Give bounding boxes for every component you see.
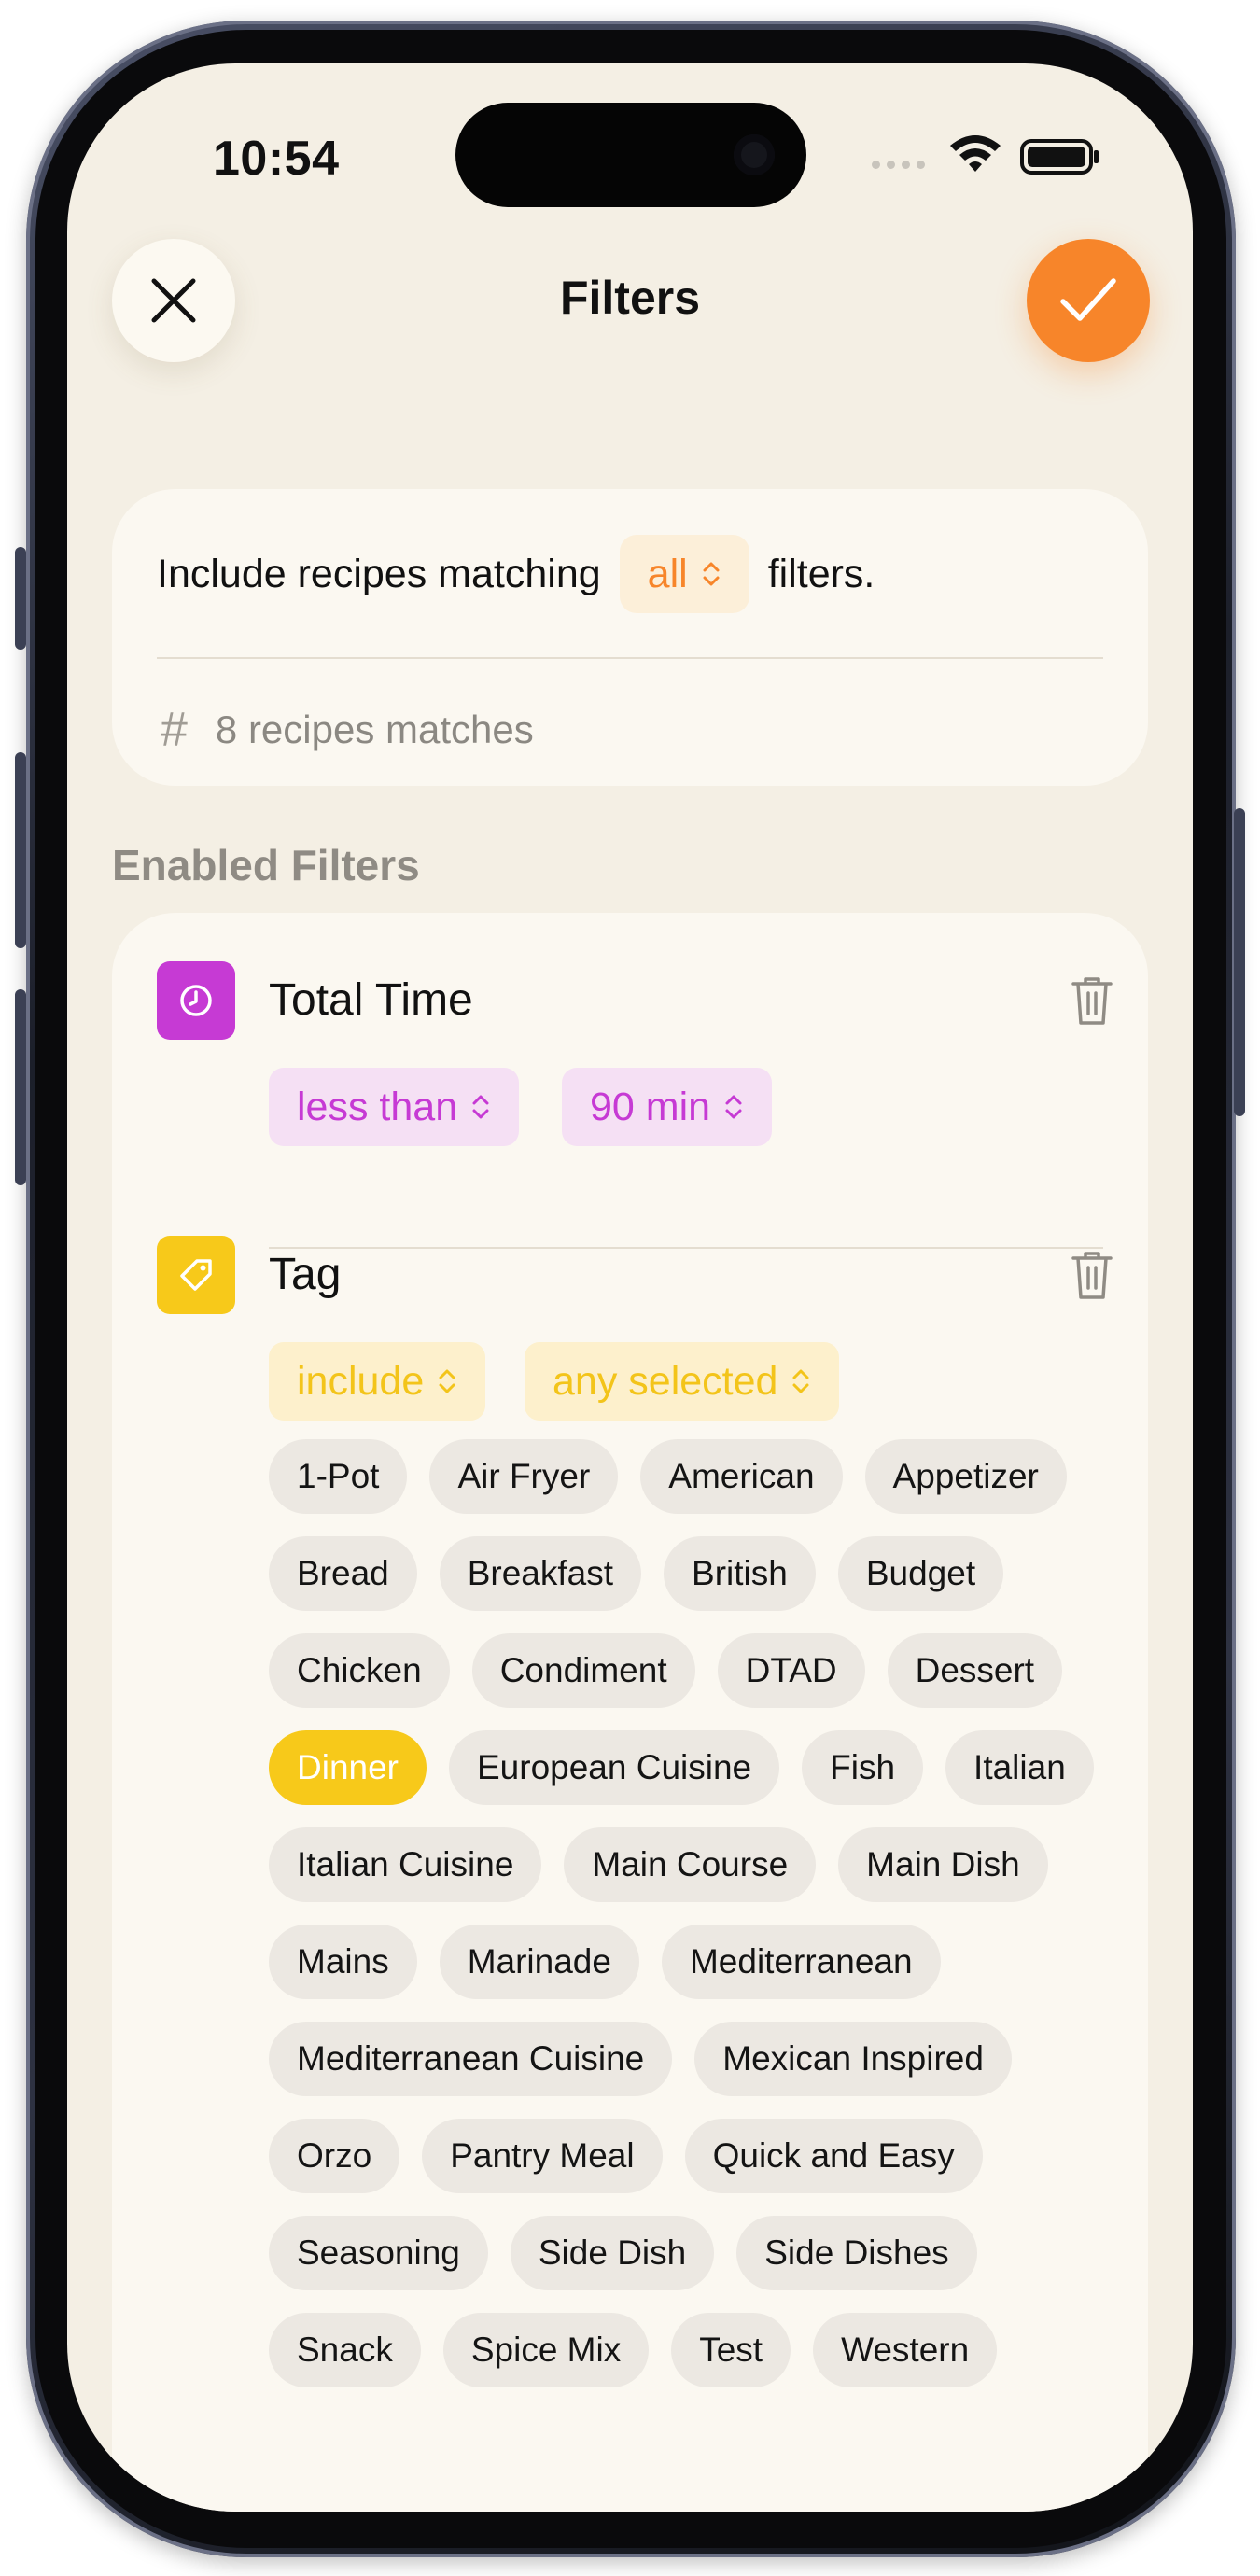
summary-divider [157, 657, 1103, 659]
filter-divider [269, 1247, 1103, 1249]
tag-chip[interactable]: Italian [945, 1730, 1094, 1805]
tag-chip[interactable]: Mexican Inspired [694, 2022, 1012, 2096]
tag-chip[interactable]: Mains [269, 1925, 417, 1999]
filter-name-tag: Tag [269, 1250, 342, 1299]
tag-chip[interactable]: Condiment [471, 1633, 695, 1708]
tag-chip[interactable]: Western [813, 2313, 998, 2387]
time-value-select[interactable]: 90 min [562, 1068, 773, 1146]
wifi-icon [950, 135, 1001, 172]
tag-chip[interactable]: Test [671, 2313, 791, 2387]
tag-chip[interactable]: Snack [269, 2313, 421, 2387]
hash-icon: # [161, 703, 188, 757]
battery-icon [1020, 139, 1099, 175]
app-screen: 10:54 Filters Include recipes matching a… [67, 63, 1193, 2512]
tag-chip[interactable]: Fish [802, 1730, 924, 1805]
front-camera [734, 134, 775, 175]
tag-match-select[interactable]: any selected [525, 1342, 840, 1421]
volume-down-button [15, 989, 26, 1185]
chevron-updown-icon [703, 562, 720, 586]
match-summary-card: Include recipes matching all filters. # … [112, 489, 1148, 786]
tag-chip[interactable]: Chicken [269, 1633, 450, 1708]
chevron-updown-icon [472, 1095, 489, 1119]
status-time: 10:54 [213, 132, 340, 186]
trash-icon[interactable] [1070, 974, 1114, 1027]
tag-chip[interactable]: Spice Mix [442, 2313, 650, 2387]
tag-chip[interactable]: Main Dish [838, 1827, 1048, 1902]
tag-chip[interactable]: Air Fryer [429, 1439, 619, 1514]
tag-operator-select[interactable]: include [269, 1342, 486, 1421]
tag-chip[interactable]: Appetizer [864, 1439, 1067, 1514]
tag-list: 1-Pot Air Fryer American Appetizer Bread Brea… [269, 1439, 1109, 2387]
match-count-row: # 8 recipes matches [161, 702, 534, 758]
tag-chip[interactable]: Mediterranean Cuisine [269, 2022, 673, 2096]
power-button [1234, 808, 1245, 1116]
tag-chip[interactable]: Dinner [269, 1730, 427, 1805]
tag-chip[interactable]: Side Dishes [736, 2216, 977, 2290]
tag-chip[interactable]: Dessert [887, 1633, 1063, 1708]
match-suffix-label: filters. [767, 551, 875, 596]
tag-chip[interactable]: Marinade [439, 1925, 639, 1999]
chevron-updown-icon [439, 1369, 455, 1393]
time-operator-value: less than [297, 1084, 458, 1129]
tag-chip[interactable]: Side Dish [510, 2216, 715, 2290]
tag-chip[interactable]: Bread [269, 1536, 417, 1611]
trash-icon[interactable] [1070, 1249, 1114, 1301]
match-mode-select[interactable]: all [619, 535, 749, 613]
tag-chip[interactable]: Quick and Easy [684, 2119, 983, 2193]
match-count-label: 8 recipes matches [215, 707, 534, 751]
match-mode-value: all [647, 551, 688, 596]
volume-up-button [15, 752, 26, 948]
section-title: Enabled Filters [112, 841, 420, 889]
chevron-updown-icon [725, 1095, 742, 1119]
tag-icon [157, 1236, 235, 1314]
filter-name-total-time: Total Time [269, 975, 473, 1025]
tag-chip[interactable]: 1-Pot [269, 1439, 408, 1514]
tag-operator-value: include [297, 1358, 425, 1404]
page-title: Filters [559, 272, 701, 324]
time-value: 90 min [590, 1084, 711, 1129]
tag-chip[interactable]: British [664, 1536, 816, 1611]
chevron-updown-icon [792, 1369, 809, 1393]
match-prefix-label: Include recipes matching [157, 551, 601, 596]
match-mode-row: Include recipes matching all filters. [157, 534, 875, 614]
tag-chip[interactable]: DTAD [717, 1633, 865, 1708]
apply-filters-button[interactable] [1027, 239, 1150, 362]
tag-chip[interactable]: Pantry Meal [422, 2119, 663, 2193]
tag-chip[interactable]: American [640, 1439, 843, 1514]
tag-chip[interactable]: Italian Cuisine [269, 1827, 542, 1902]
tag-chip[interactable]: Orzo [269, 2119, 400, 2193]
tag-match-value: any selected [553, 1358, 778, 1404]
tag-chip[interactable]: Breakfast [439, 1536, 642, 1611]
silent-switch [15, 547, 26, 650]
cellular-signal-icon [872, 161, 925, 169]
dynamic-island [455, 103, 806, 207]
tag-chip[interactable]: European Cuisine [449, 1730, 780, 1805]
clock-icon [157, 961, 235, 1040]
tag-chip[interactable]: Mediterranean [661, 1925, 941, 1999]
tag-chip[interactable]: Main Course [564, 1827, 817, 1902]
tag-chip[interactable]: Seasoning [269, 2216, 488, 2290]
tag-chip[interactable]: Budget [837, 1536, 1004, 1611]
checkmark-icon [1060, 278, 1116, 321]
time-operator-select[interactable]: less than [269, 1068, 520, 1146]
